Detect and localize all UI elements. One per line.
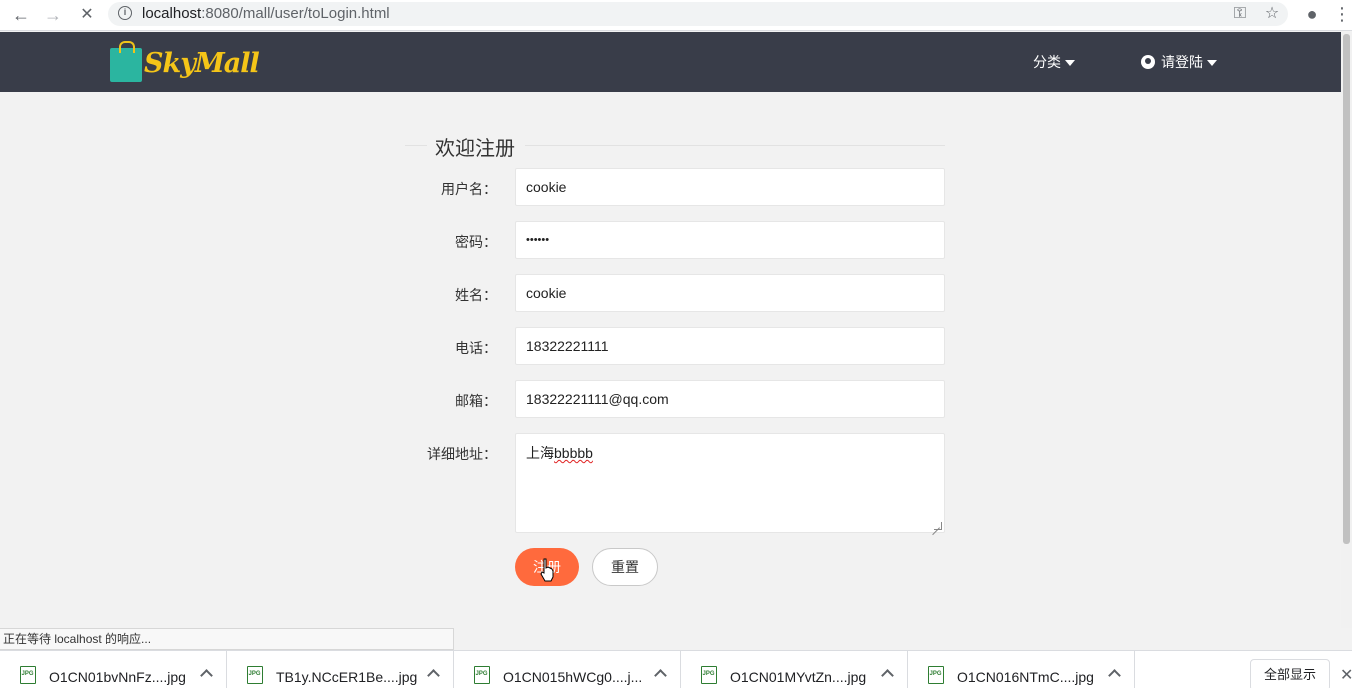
download-shelf: O1CN01bvNnFz....jpg TB1y.NCcER1Be....jpg… — [0, 650, 1352, 688]
phone-label: 电话： — [455, 340, 497, 356]
username-input[interactable]: cookie — [515, 168, 945, 206]
jpg-file-icon — [474, 666, 490, 684]
download-filename: TB1y.NCcER1Be....jpg — [276, 669, 418, 685]
profile-icon[interactable]: ● — [1301, 4, 1323, 24]
address-bar[interactable]: i localhost:8080/mall/user/toLogin.html — [108, 2, 1288, 26]
show-all-downloads-button[interactable]: 全部显示 — [1250, 659, 1330, 688]
close-icon[interactable]: ✕ — [1340, 665, 1352, 685]
url-path: :8080/mall/user/toLogin.html — [201, 5, 390, 22]
shopping-bag-icon — [110, 41, 142, 82]
chevron-up-icon[interactable] — [1109, 669, 1119, 679]
back-icon[interactable]: ← — [10, 4, 32, 26]
category-menu[interactable]: 分类 — [1033, 52, 1075, 72]
key-icon[interactable]: ⚿ — [1229, 4, 1251, 24]
menu-icon[interactable]: ⋮ — [1333, 4, 1351, 24]
login-menu[interactable]: 请登陆 — [1141, 52, 1217, 72]
divider — [405, 145, 427, 146]
scrollbar-thumb[interactable] — [1343, 34, 1350, 544]
address-textarea[interactable]: 上海bbbbb — [515, 433, 945, 533]
download-filename: O1CN01MYvtZn....jpg — [730, 669, 867, 685]
star-icon[interactable]: ☆ — [1261, 4, 1283, 24]
divider — [525, 145, 945, 146]
status-bar: 正在等待 localhost 的响应... — [0, 628, 454, 650]
resize-handle-icon[interactable] — [934, 522, 942, 530]
download-filename: O1CN015hWCg0....j... — [503, 669, 643, 685]
browser-toolbar: ← → ✕ i localhost:8080/mall/user/toLogin… — [0, 0, 1352, 31]
name-input[interactable]: cookie — [515, 274, 945, 312]
download-item[interactable]: O1CN01bvNnFz....jpg — [0, 651, 227, 688]
form-legend: 欢迎注册 — [435, 138, 515, 160]
email-input[interactable]: 18322221111@qq.com — [515, 380, 945, 418]
download-item[interactable]: TB1y.NCcER1Be....jpg — [227, 651, 454, 688]
category-menu-label: 分类 — [1033, 54, 1061, 70]
stop-loading-icon[interactable]: ✕ — [76, 4, 98, 26]
phone-input[interactable]: 18322221111 — [515, 327, 945, 365]
reset-button[interactable]: 重置 — [592, 548, 658, 586]
password-input[interactable]: •••••• — [515, 221, 945, 259]
form-legend-row: 欢迎注册 — [405, 132, 945, 160]
caret-down-icon — [1065, 60, 1075, 67]
url-text[interactable]: localhost:8080/mall/user/toLogin.html — [142, 5, 390, 22]
jpg-file-icon — [20, 666, 36, 684]
jpg-file-icon — [928, 666, 944, 684]
url-host: localhost — [142, 5, 202, 22]
forward-icon[interactable]: → — [42, 4, 64, 26]
download-item[interactable]: O1CN015hWCg0....j... — [454, 651, 681, 688]
logo-text: SkyMall — [144, 48, 260, 79]
download-item[interactable]: O1CN016NTmC....jpg — [908, 651, 1135, 688]
user-icon — [1141, 55, 1155, 69]
chevron-up-icon[interactable] — [201, 669, 211, 679]
chevron-up-icon[interactable] — [655, 669, 665, 679]
caret-down-icon — [1207, 60, 1217, 67]
password-label: 密码： — [455, 234, 497, 250]
address-text: 上海 — [526, 445, 554, 461]
site-header: SkyMall 分类 请登陆 — [0, 32, 1352, 92]
jpg-file-icon — [247, 666, 263, 684]
jpg-file-icon — [701, 666, 717, 684]
chevron-up-icon[interactable] — [882, 669, 892, 679]
hand-cursor-icon — [540, 558, 554, 582]
address-label: 详细地址： — [427, 446, 497, 462]
download-item[interactable]: O1CN01MYvtZn....jpg — [681, 651, 908, 688]
email-label: 邮箱： — [455, 393, 497, 409]
chevron-up-icon[interactable] — [428, 669, 438, 679]
logo[interactable]: SkyMall — [110, 41, 260, 84]
info-icon[interactable]: i — [118, 6, 132, 20]
login-menu-label: 请登陆 — [1161, 54, 1203, 70]
username-label: 用户名： — [441, 181, 497, 197]
download-filename: O1CN01bvNnFz....jpg — [49, 669, 186, 685]
name-label: 姓名： — [455, 287, 497, 303]
address-text-misspelled: bbbbb — [554, 445, 593, 461]
download-filename: O1CN016NTmC....jpg — [957, 669, 1094, 685]
